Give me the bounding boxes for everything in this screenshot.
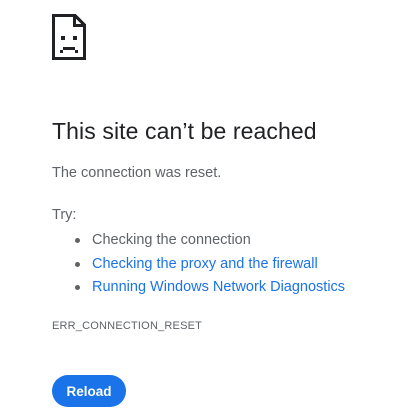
reload-button[interactable]: Reload	[52, 375, 126, 407]
suggestions-list: Checking the connection Checking the pro…	[52, 229, 345, 300]
error-code: ERR_CONNECTION_RESET	[52, 320, 203, 332]
sad-file-icon	[52, 14, 86, 60]
check-proxy-firewall-link[interactable]: Checking the proxy and the firewall	[92, 256, 318, 272]
error-summary: The connection was reset.	[52, 165, 222, 181]
suggestion-check-connection: Checking the connection	[52, 229, 345, 253]
suggestion-label: Checking the connection	[92, 232, 251, 248]
bullet-icon	[75, 285, 80, 290]
try-label: Try:	[52, 207, 77, 223]
bullet-icon	[75, 238, 80, 243]
suggestion-check-proxy-firewall: Checking the proxy and the firewall	[52, 253, 345, 277]
network-diagnostics-link[interactable]: Running Windows Network Diagnostics	[92, 279, 345, 295]
bullet-icon	[75, 261, 80, 267]
suggestion-network-diagnostics: Running Windows Network Diagnostics	[52, 276, 345, 300]
main-heading: This site can’t be reached	[52, 118, 317, 144]
